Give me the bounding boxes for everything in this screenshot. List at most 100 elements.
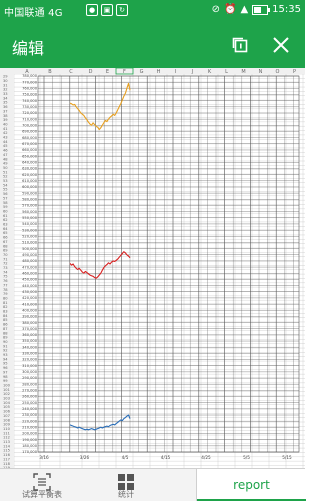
clock: 15:35 xyxy=(272,4,301,15)
y-tick-label: 460,000 xyxy=(22,271,38,275)
tab-label: 试算平衡表 xyxy=(22,490,62,499)
x-tick-label: 4/15 xyxy=(161,455,171,460)
y-tick-label: 230,000 xyxy=(22,413,38,417)
y-tick-label: 670,000 xyxy=(22,142,38,146)
series-line-2 xyxy=(69,414,131,431)
y-tick-label: 770,000 xyxy=(22,80,38,84)
y-tick-label: 310,000 xyxy=(22,364,38,368)
y-tick-label: 370,000 xyxy=(22,327,38,331)
x-tick-label: 5/15 xyxy=(282,455,292,460)
signal-icon: ▲ xyxy=(240,4,249,15)
y-tick-label: 410,000 xyxy=(22,302,38,306)
y-tick-label: 680,000 xyxy=(22,136,38,140)
column-letter: G xyxy=(140,69,144,75)
column-letter: C xyxy=(69,69,73,75)
y-tick-label: 700,000 xyxy=(22,124,38,128)
y-tick-label: 480,000 xyxy=(22,259,38,263)
tab-label: 统计 xyxy=(118,490,134,499)
y-tick-label: 730,000 xyxy=(22,105,38,109)
y-tick-label: 450,000 xyxy=(22,278,38,282)
y-tick-label: 660,000 xyxy=(22,148,38,152)
y-tick-label: 190,000 xyxy=(22,438,38,442)
y-tick-label: 360,000 xyxy=(22,333,38,337)
column-letter: L xyxy=(225,69,228,75)
x-tick-label: 4/5 xyxy=(122,455,129,460)
y-tick-label: 780,000 xyxy=(22,74,38,78)
y-tick-label: 760,000 xyxy=(22,87,38,91)
y-tick-label: 390,000 xyxy=(22,315,38,319)
status-bar: 中国联通 4G ● ▣ ↻ ⊘ ⏰ ▲ 15:35 xyxy=(0,0,305,22)
y-tick-label: 270,000 xyxy=(22,389,38,393)
y-tick-label: 420,000 xyxy=(22,296,38,300)
y-tick-label: 620,000 xyxy=(22,173,38,177)
x-tick-label: 3/16 xyxy=(39,455,49,460)
column-letter: I xyxy=(175,69,176,75)
bottom-bar: 试算平衡表 统计 report xyxy=(0,468,306,501)
carrier-label: 中国联通 4G xyxy=(4,8,63,19)
app-bar: 编辑 xyxy=(0,22,305,68)
y-tick-label: 290,000 xyxy=(22,376,38,380)
spreadsheet[interactable]: ABCDEFGHIJKLMNOPQR2930313233343536373839… xyxy=(0,68,305,468)
notification-icons: ● ▣ ↻ xyxy=(86,4,128,16)
y-tick-label: 690,000 xyxy=(22,130,38,134)
plot-area xyxy=(37,75,300,453)
y-tick-label: 490,000 xyxy=(22,253,38,257)
y-tick-label: 280,000 xyxy=(22,382,38,386)
y-tick-label: 550,000 xyxy=(22,216,38,220)
column-letter: B xyxy=(48,69,52,75)
column-letter: H xyxy=(157,69,161,75)
y-tick-label: 600,000 xyxy=(22,185,38,189)
y-tick-label: 540,000 xyxy=(22,222,38,226)
battery-icon xyxy=(252,4,271,15)
y-tick-label: 210,000 xyxy=(22,426,38,430)
y-tick-label: 510,000 xyxy=(22,241,38,245)
y-tick-label: 710,000 xyxy=(22,117,38,121)
page-title: 编辑 xyxy=(12,39,45,58)
y-tick-label: 220,000 xyxy=(22,419,38,423)
y-tick-label: 200,000 xyxy=(22,432,38,436)
y-tick-label: 430,000 xyxy=(22,290,38,294)
y-tick-label: 750,000 xyxy=(22,93,38,97)
alarm-icon: ⏰ xyxy=(224,4,237,15)
y-tick-label: 650,000 xyxy=(22,154,38,158)
y-tick-label: 520,000 xyxy=(22,234,38,238)
column-letter: M xyxy=(241,69,245,75)
y-tick-label: 180,000 xyxy=(22,444,38,448)
line-chart: 780,000 770,000 760,000 750,000 740,000 730,0… xyxy=(22,74,300,460)
tab-statistics[interactable]: 统计 xyxy=(84,469,168,501)
close-icon[interactable] xyxy=(272,36,290,54)
y-tick-label: 350,000 xyxy=(22,339,38,343)
series-line-0 xyxy=(69,82,131,131)
sheet-grid[interactable]: ABCDEFGHIJKLMNOPQR2930313233343536373839… xyxy=(0,68,305,468)
y-tick-label: 500,000 xyxy=(22,247,38,251)
tab-report[interactable]: report xyxy=(196,469,306,501)
y-tick-label: 740,000 xyxy=(22,99,38,103)
y-tick-label: 170,000 xyxy=(22,450,38,454)
notification-icon: ● xyxy=(86,4,98,16)
y-tick-label: 560,000 xyxy=(22,210,38,214)
column-letter: D xyxy=(89,69,93,75)
x-tick-label: 3/26 xyxy=(80,455,90,460)
y-tick-label: 380,000 xyxy=(22,321,38,325)
column-letter: O xyxy=(276,69,280,75)
mute-icon: ⊘ xyxy=(211,4,221,15)
y-tick-label: 400,000 xyxy=(22,308,38,312)
y-tick-label: 260,000 xyxy=(22,395,38,399)
sync-icon: ↻ xyxy=(116,4,128,16)
y-tick-label: 630,000 xyxy=(22,167,38,171)
column-letter: P xyxy=(293,69,296,75)
image-icon: ▣ xyxy=(101,4,113,16)
tab-label: report xyxy=(233,478,270,492)
y-tick-label: 250,000 xyxy=(22,401,38,405)
y-tick-label: 640,000 xyxy=(22,160,38,164)
tab-trial-balance[interactable]: 试算平衡表 xyxy=(0,469,84,501)
column-letter: N xyxy=(259,69,263,75)
y-tick-label: 440,000 xyxy=(22,284,38,288)
x-tick-label: 4/25 xyxy=(201,455,211,460)
y-tick-label: 530,000 xyxy=(22,228,38,232)
y-tick-label: 330,000 xyxy=(22,352,38,356)
column-letter: E xyxy=(106,69,109,75)
y-tick-label: 610,000 xyxy=(22,179,38,183)
y-tick-label: 580,000 xyxy=(22,197,38,201)
copy-icon[interactable] xyxy=(232,37,248,53)
